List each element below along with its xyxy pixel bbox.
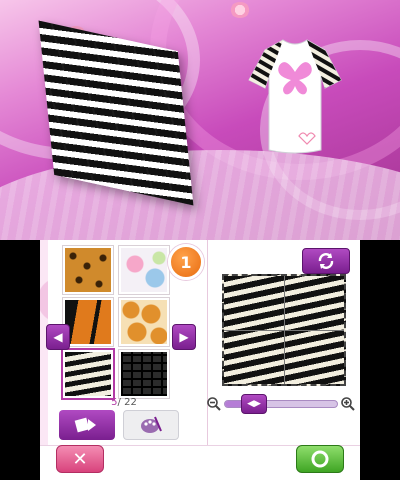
page-separator: / [117, 397, 121, 408]
zoom-control: ◀▶ [206, 392, 356, 416]
zoom-in-icon[interactable] [340, 396, 356, 412]
swatch-giraffe[interactable] [119, 298, 169, 346]
pattern-preview-canvas[interactable] [222, 274, 346, 386]
step-badge: 1 [168, 244, 204, 280]
pattern-mode-button[interactable] [59, 410, 115, 440]
refresh-icon [318, 253, 334, 269]
step-badge-label: 1 [180, 252, 192, 272]
swatch-crocodile[interactable] [119, 350, 169, 398]
next-page-button[interactable]: ▶ [172, 324, 196, 350]
paint-mode-button[interactable] [123, 410, 179, 440]
confirm-icon [311, 450, 329, 468]
slider-arrows-icon: ◀▶ [247, 399, 261, 409]
cancel-button[interactable]: ✕ [56, 445, 104, 473]
zoom-out-icon[interactable] [206, 396, 222, 412]
swatch-leopard[interactable] [63, 246, 113, 294]
tshirt-preview [248, 39, 342, 154]
swatch-floral[interactable] [119, 246, 169, 294]
zoom-slider-thumb[interactable]: ◀▶ [241, 394, 267, 414]
palette-icon [141, 416, 162, 433]
top-screen [0, 0, 400, 240]
flower-icon [230, 2, 250, 18]
bottom-screen: ◀ ▶ 5/ 22 1 ◀▶ ✕ [40, 240, 360, 480]
page-counter: 5/ 22 [94, 397, 154, 408]
pattern-mode-icon [74, 417, 96, 433]
refresh-button[interactable] [302, 248, 350, 274]
prev-page-button[interactable]: ◀ [46, 324, 70, 350]
chevron-right-icon: ▶ [179, 330, 189, 344]
swatch-grid [63, 246, 175, 398]
confirm-button[interactable] [296, 445, 344, 473]
page-total: 22 [124, 397, 137, 408]
swatch-tiger[interactable] [63, 298, 113, 346]
zoom-slider[interactable]: ◀▶ [224, 394, 338, 414]
close-icon: ✕ [72, 448, 88, 470]
swatch-zebra[interactable] [63, 350, 113, 398]
chevron-left-icon: ◀ [53, 330, 63, 344]
